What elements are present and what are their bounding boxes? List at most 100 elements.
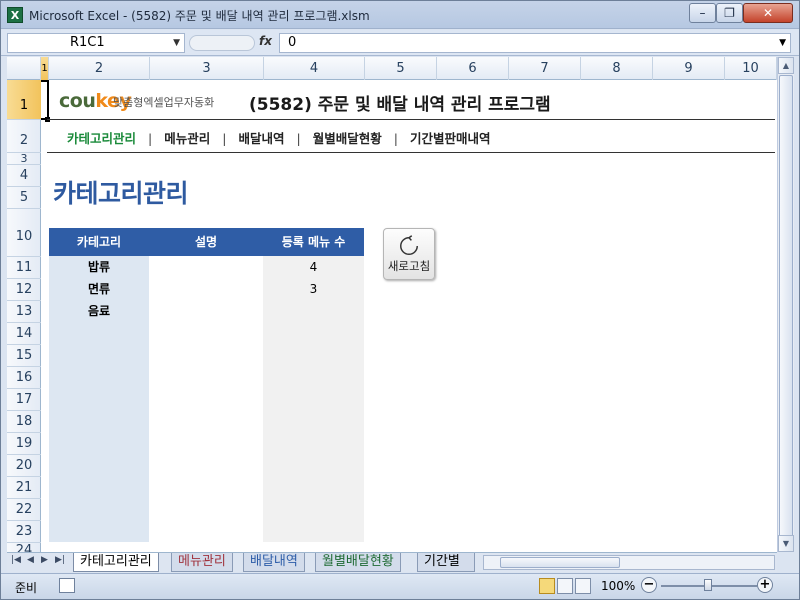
column-header[interactable]: 6	[437, 57, 509, 80]
sheet-tab-period[interactable]: 기간별	[417, 553, 475, 572]
excel-app-icon[interactable]: X	[7, 7, 23, 23]
category-cell[interactable]	[49, 410, 149, 432]
menu-count-cell[interactable]	[263, 322, 364, 344]
normal-view-icon[interactable]	[539, 578, 555, 594]
zoom-level[interactable]: 100%	[601, 579, 635, 593]
sheet-tab-category[interactable]: 카테고리관리	[73, 553, 159, 572]
last-sheet-icon[interactable]: ▶|	[55, 555, 65, 565]
category-cell[interactable]: 면류	[49, 278, 149, 300]
row-header[interactable]: 2	[7, 120, 41, 153]
column-header[interactable]: 9	[653, 57, 725, 80]
vertical-scroll-thumb[interactable]	[779, 75, 793, 543]
formula-resize-handle[interactable]	[189, 35, 255, 51]
menu-count-cell[interactable]	[263, 476, 364, 498]
row-header[interactable]: 5	[7, 187, 41, 209]
description-cell[interactable]	[149, 476, 263, 498]
refresh-button[interactable]: 새로고침	[383, 228, 435, 280]
scroll-down-icon[interactable]: ▼	[778, 535, 794, 552]
row-header[interactable]: 17	[7, 389, 41, 411]
active-cell-indicator[interactable]	[41, 80, 49, 120]
prev-sheet-icon[interactable]: ◀	[27, 555, 34, 565]
row-header[interactable]: 13	[7, 301, 41, 323]
description-cell[interactable]	[149, 498, 263, 520]
column-header[interactable]: 10	[725, 57, 777, 80]
category-cell[interactable]: 밥류	[49, 256, 149, 278]
page-break-view-icon[interactable]	[575, 578, 591, 594]
row-header[interactable]: 20	[7, 455, 41, 477]
description-cell[interactable]	[149, 410, 263, 432]
macro-record-icon[interactable]	[59, 578, 75, 593]
category-cell[interactable]	[49, 344, 149, 366]
row-header[interactable]: 19	[7, 433, 41, 455]
category-cell[interactable]: 음료	[49, 300, 149, 322]
nav-item-category[interactable]: 카테고리관리	[67, 131, 136, 146]
chevron-down-icon[interactable]: ▼	[173, 34, 180, 52]
menu-count-cell[interactable]: 4	[263, 256, 364, 278]
horizontal-scrollbar[interactable]	[483, 555, 775, 570]
menu-count-cell[interactable]	[263, 366, 364, 388]
name-box[interactable]: R1C1 ▼	[7, 33, 185, 53]
minimize-button[interactable]: –	[689, 3, 716, 23]
description-cell[interactable]	[149, 344, 263, 366]
column-header[interactable]: 3	[150, 57, 264, 80]
row-header[interactable]: 4	[7, 165, 41, 187]
sheet-tab-menu[interactable]: 메뉴관리	[171, 553, 233, 572]
row-header[interactable]: 15	[7, 345, 41, 367]
column-header[interactable]: 1	[41, 57, 49, 80]
nav-item-delivery[interactable]: 배달내역	[238, 131, 284, 146]
column-header[interactable]: 5	[365, 57, 437, 80]
select-all-corner[interactable]	[7, 57, 41, 80]
page-layout-view-icon[interactable]	[557, 578, 573, 594]
row-header[interactable]: 11	[7, 257, 41, 279]
menu-count-cell[interactable]	[263, 410, 364, 432]
description-cell[interactable]	[149, 454, 263, 476]
category-cell[interactable]	[49, 322, 149, 344]
formula-input[interactable]: 0 ▼	[279, 33, 791, 53]
description-cell[interactable]	[149, 300, 263, 322]
row-header[interactable]: 14	[7, 323, 41, 345]
first-sheet-icon[interactable]: |◀	[11, 555, 21, 565]
horizontal-scroll-thumb[interactable]	[500, 557, 620, 568]
description-cell[interactable]	[149, 278, 263, 300]
row-header[interactable]: 16	[7, 367, 41, 389]
row-header[interactable]: 18	[7, 411, 41, 433]
zoom-out-icon[interactable]: −	[641, 577, 657, 593]
row-header[interactable]: 22	[7, 499, 41, 521]
nav-item-monthly[interactable]: 월별배달현황	[313, 131, 382, 146]
description-cell[interactable]	[149, 520, 263, 542]
next-sheet-icon[interactable]: ▶	[41, 555, 48, 565]
category-cell[interactable]	[49, 432, 149, 454]
nav-item-menu[interactable]: 메뉴관리	[164, 131, 210, 146]
column-header[interactable]: 2	[49, 57, 150, 80]
sheet-tab-monthly[interactable]: 월별배달현황	[315, 553, 401, 572]
vertical-scrollbar[interactable]: ▲ ▼	[777, 57, 794, 552]
menu-count-cell[interactable]	[263, 454, 364, 476]
row-header[interactable]: 1	[7, 80, 41, 120]
sheet-tab-delivery[interactable]: 배달내역	[243, 553, 305, 572]
category-cell[interactable]	[49, 498, 149, 520]
description-cell[interactable]	[149, 322, 263, 344]
menu-count-cell[interactable]	[263, 388, 364, 410]
description-cell[interactable]	[149, 366, 263, 388]
expand-formula-icon[interactable]: ▼	[779, 34, 786, 52]
row-header[interactable]: 21	[7, 477, 41, 499]
zoom-in-icon[interactable]: +	[757, 577, 773, 593]
menu-count-cell[interactable]	[263, 300, 364, 322]
row-header[interactable]: 24	[7, 543, 41, 552]
menu-count-cell[interactable]	[263, 344, 364, 366]
menu-count-cell[interactable]	[263, 432, 364, 454]
close-button[interactable]: ✕	[743, 3, 793, 23]
category-cell[interactable]	[49, 520, 149, 542]
column-header[interactable]: 4	[264, 57, 365, 80]
nav-item-period-sales[interactable]: 기간별판매내역	[410, 131, 491, 146]
category-cell[interactable]	[49, 388, 149, 410]
restore-button[interactable]: ❐	[716, 3, 743, 23]
zoom-slider-knob[interactable]	[704, 579, 712, 591]
description-cell[interactable]	[149, 432, 263, 454]
scroll-up-icon[interactable]: ▲	[778, 57, 794, 74]
description-cell[interactable]	[149, 388, 263, 410]
insert-function-icon[interactable]: fx	[259, 34, 272, 48]
menu-count-cell[interactable]	[263, 520, 364, 542]
row-header[interactable]: 23	[7, 521, 41, 543]
column-header[interactable]: 7	[509, 57, 581, 80]
